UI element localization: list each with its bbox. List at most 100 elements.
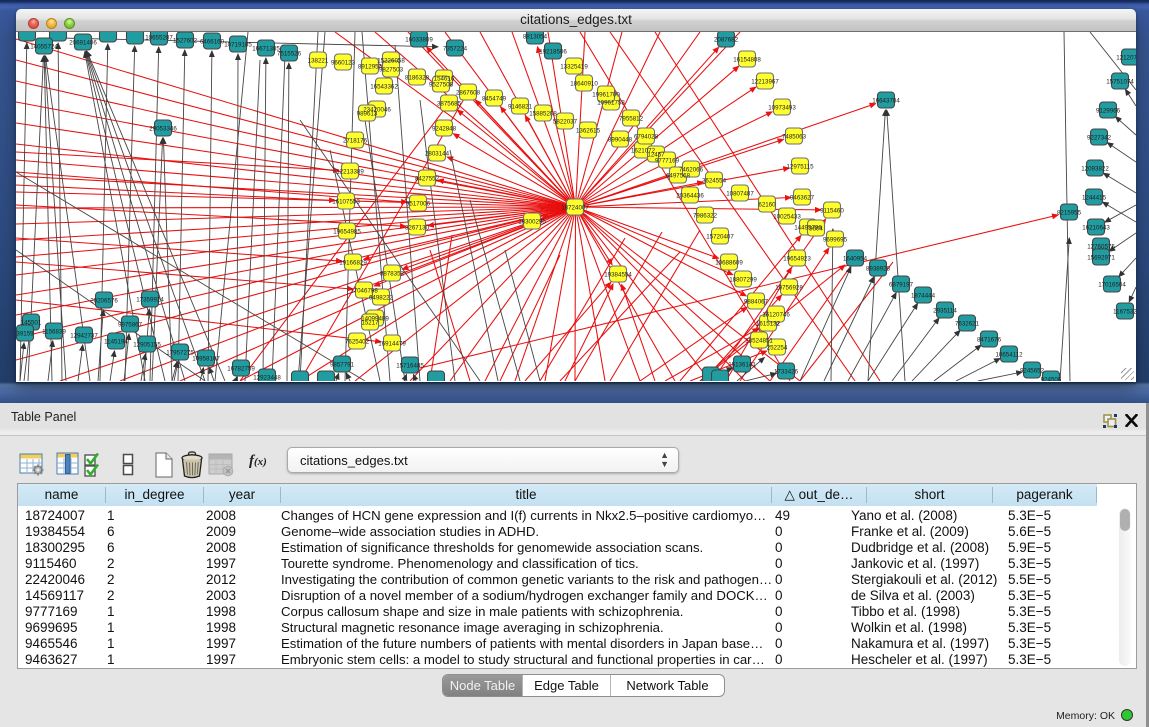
svg-text:7357224: 7357224 [443,45,468,52]
svg-text:15885208: 15885208 [529,110,557,117]
svg-text:18640910: 18640910 [570,80,598,87]
svg-text:6497568: 6497568 [666,172,691,179]
svg-text:16154808: 16154808 [733,56,761,63]
svg-text:9827503: 9827503 [379,66,404,73]
svg-text:9245652: 9245652 [1020,367,1045,374]
svg-text:16643784: 16643784 [872,97,900,104]
svg-text:2867608: 2867608 [456,89,481,96]
svg-text:12760575: 12760575 [1087,243,1115,250]
svg-text:12213389: 12213389 [336,168,364,175]
svg-text:6879197: 6879197 [889,281,914,288]
svg-text:9527508: 9527508 [429,81,454,88]
svg-text:9227342: 9227342 [1087,134,1112,141]
svg-text:15692971: 15692971 [1087,254,1115,261]
svg-text:15136141: 15136141 [728,361,756,368]
svg-text:19756928: 19756928 [775,284,803,291]
svg-text:62160: 62160 [758,201,776,208]
svg-text:8427552: 8427552 [415,175,440,182]
svg-text:19218506: 19218506 [539,48,567,55]
svg-text:15217: 15217 [361,319,379,326]
svg-text:7515526: 7515526 [277,50,302,57]
svg-text:8878352: 8878352 [380,270,405,277]
svg-text:13325419: 13325419 [560,63,588,70]
svg-text:145501: 145501 [21,319,42,326]
svg-text:989613: 989613 [357,110,378,117]
svg-text:12213967: 12213967 [751,78,779,85]
svg-text:8186328: 8186328 [405,74,430,81]
svg-text:9517006: 9517006 [406,200,431,207]
svg-text:19961700: 19961700 [592,91,620,98]
svg-text:12093822: 12093822 [1081,165,1109,172]
svg-text:5822037: 5822037 [553,118,578,125]
svg-text:20364436: 20364436 [676,192,704,199]
svg-text:9777169: 9777169 [655,157,680,164]
svg-text:12975115: 12975115 [786,163,814,170]
svg-text:12923448: 12923448 [253,374,281,381]
svg-text:1874444: 1874444 [911,292,936,299]
svg-text:15716485: 15716485 [396,362,424,369]
svg-text:7485063: 7485063 [782,133,807,140]
svg-text:16782759: 16782759 [227,365,255,372]
svg-text:9129966: 9129966 [1096,107,1121,114]
svg-text:8215955: 8215955 [1057,209,1082,216]
svg-text:9115460: 9115460 [820,207,844,214]
svg-text:16107553: 16107553 [332,198,360,205]
svg-text:18724007: 18724007 [561,204,589,211]
svg-text:14055724: 14055724 [30,43,58,50]
svg-text:12120757: 12120757 [1116,54,1136,61]
svg-text:7462066: 7462066 [679,166,704,173]
svg-text:9660123: 9660123 [331,59,356,66]
svg-text:19654923: 19654923 [783,255,811,262]
svg-text:9604: 9604 [809,225,823,232]
svg-text:1167532: 1167532 [1113,308,1136,315]
svg-text:12905155: 12905155 [133,341,161,348]
svg-text:9463627: 9463627 [790,194,815,201]
svg-text:16914479: 16914479 [378,340,406,347]
svg-text:924506: 924506 [1041,376,1062,381]
svg-text:7955812: 7955812 [619,115,644,122]
svg-text:7986322: 7986322 [693,212,718,219]
svg-text:10654112: 10654112 [995,351,1023,358]
svg-text:19166829: 19166829 [339,259,367,266]
svg-text:3624554: 3624554 [702,177,727,184]
svg-text:9975867: 9975867 [118,321,143,328]
svg-text:15720407: 15720407 [706,233,734,240]
svg-text:20206576: 20206576 [90,297,118,304]
svg-text:10807487: 10807487 [726,190,754,197]
svg-text:2803144: 2803144 [425,150,450,157]
svg-text:10025433: 10025433 [773,213,801,220]
svg-text:19384554: 19384554 [604,271,632,278]
svg-text:1156839: 1156839 [42,328,66,335]
svg-text:1733426: 1733426 [774,368,799,375]
svg-text:13524851: 13524851 [745,337,773,344]
svg-text:1615132: 1615132 [756,320,781,327]
svg-text:10688609: 10688609 [715,259,743,266]
svg-text:252254: 252254 [767,344,788,351]
svg-text:10655287: 10655287 [145,34,173,41]
svg-text:29053346: 29053346 [149,125,177,132]
svg-text:3875685: 3875685 [437,100,462,107]
svg-text:1145194: 1145194 [104,338,128,345]
svg-text:9146821: 9146821 [508,103,533,110]
svg-text:1640954: 1640954 [843,255,868,262]
svg-text:9884067: 9884067 [744,298,769,305]
svg-text:8454749: 8454749 [482,95,507,102]
svg-text:1527602: 1527602 [173,37,198,44]
svg-text:16543362: 16543362 [370,83,398,90]
svg-text:138221: 138221 [308,57,329,64]
svg-text:15751074: 15751074 [1106,78,1134,85]
svg-text:10958107: 10958107 [192,355,220,362]
svg-text:19654985: 19654985 [333,228,361,235]
svg-text:2087682: 2087682 [714,36,739,43]
svg-text:12942737: 12942737 [70,332,98,339]
svg-text:2935114: 2935114 [933,307,957,314]
svg-text:17359924: 17359924 [136,296,164,303]
svg-text:6794028: 6794028 [634,133,659,140]
svg-text:18807299: 18807299 [729,276,757,283]
svg-text:17016504: 17016504 [1098,281,1126,288]
svg-text:8938928: 8938928 [866,265,891,272]
svg-text:10973493: 10973493 [768,104,796,111]
svg-text:3267130: 3267130 [405,224,430,231]
svg-text:1362615: 1362615 [576,127,601,134]
svg-text:16120746: 16120746 [762,311,790,318]
